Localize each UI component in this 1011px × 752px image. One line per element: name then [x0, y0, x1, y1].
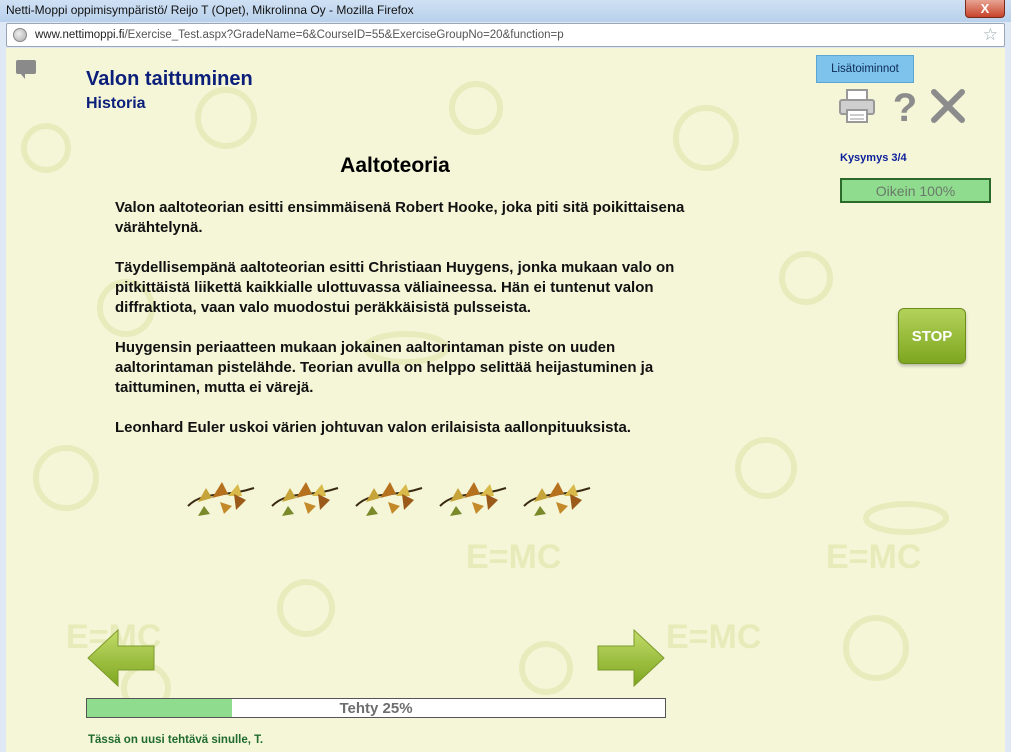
window-titlebar: Netti-Moppi oppimisympäristö/ Reijo T (O…	[0, 0, 1011, 22]
done-progress-label: Tehty 25%	[339, 700, 413, 717]
correct-progress-label: Oikein 100%	[875, 183, 956, 199]
svg-text:E=MC: E=MC	[826, 538, 921, 576]
help-icon[interactable]: ?	[890, 88, 920, 126]
course-title: Valon taittuminen	[86, 68, 253, 90]
status-message: Tässä on uusi tehtävä sinulle, T.	[88, 734, 264, 746]
lesson-body: Valon aaltoteorian esitti ensimmäisenä R…	[115, 198, 695, 458]
leaf-decoration	[187, 481, 591, 517]
lesson-paragraph: Valon aaltoteorian esitti ensimmäisenä R…	[115, 199, 685, 236]
svg-text:?: ?	[893, 88, 917, 126]
done-progress-bar: Tehty 25%	[86, 698, 666, 718]
globe-icon	[13, 28, 27, 42]
chat-icon[interactable]	[16, 60, 36, 79]
svg-text:E=MC: E=MC	[466, 538, 561, 576]
lesson-paragraph: Leonhard Euler uskoi värien johtuvan val…	[115, 419, 631, 436]
svg-text:E=MC: E=MC	[666, 618, 761, 656]
window-title: Netti-Moppi oppimisympäristö/ Reijo T (O…	[6, 3, 414, 17]
page-content: E=MCE=MCE=MC E=MC Valon taittuminen Hist…	[6, 48, 1005, 752]
lesson-paragraph: Huygensin periaatteen mukaan jokainen aa…	[115, 339, 654, 396]
close-icon[interactable]	[930, 88, 966, 124]
previous-arrow-icon[interactable]	[86, 628, 156, 688]
url-host: www.nettimoppi.fi	[35, 29, 125, 41]
more-actions-button[interactable]: Lisätoiminnot	[816, 55, 914, 83]
printer-icon[interactable]	[838, 88, 878, 126]
question-counter: Kysymys 3/4	[840, 152, 907, 164]
bookmark-star-icon[interactable]: ☆	[983, 25, 998, 45]
tool-icons: ?	[838, 88, 968, 128]
correct-progress-bar: Oikein 100%	[840, 178, 991, 203]
url-path: /Exercise_Test.aspx?GradeName=6&CourseID…	[124, 29, 564, 41]
stop-button[interactable]: STOP	[898, 308, 966, 364]
next-arrow-icon[interactable]	[596, 628, 666, 688]
url-text[interactable]: www.nettimoppi.fi/Exercise_Test.aspx?Gra…	[35, 29, 564, 41]
address-bar[interactable]: www.nettimoppi.fi/Exercise_Test.aspx?Gra…	[6, 23, 1005, 47]
lesson-heading: Aaltoteoria	[340, 154, 450, 177]
window-close-button[interactable]: X	[965, 0, 1005, 18]
section-subtitle: Historia	[86, 95, 146, 112]
lesson-paragraph: Täydellisempänä aaltoteorian esitti Chri…	[115, 259, 675, 316]
